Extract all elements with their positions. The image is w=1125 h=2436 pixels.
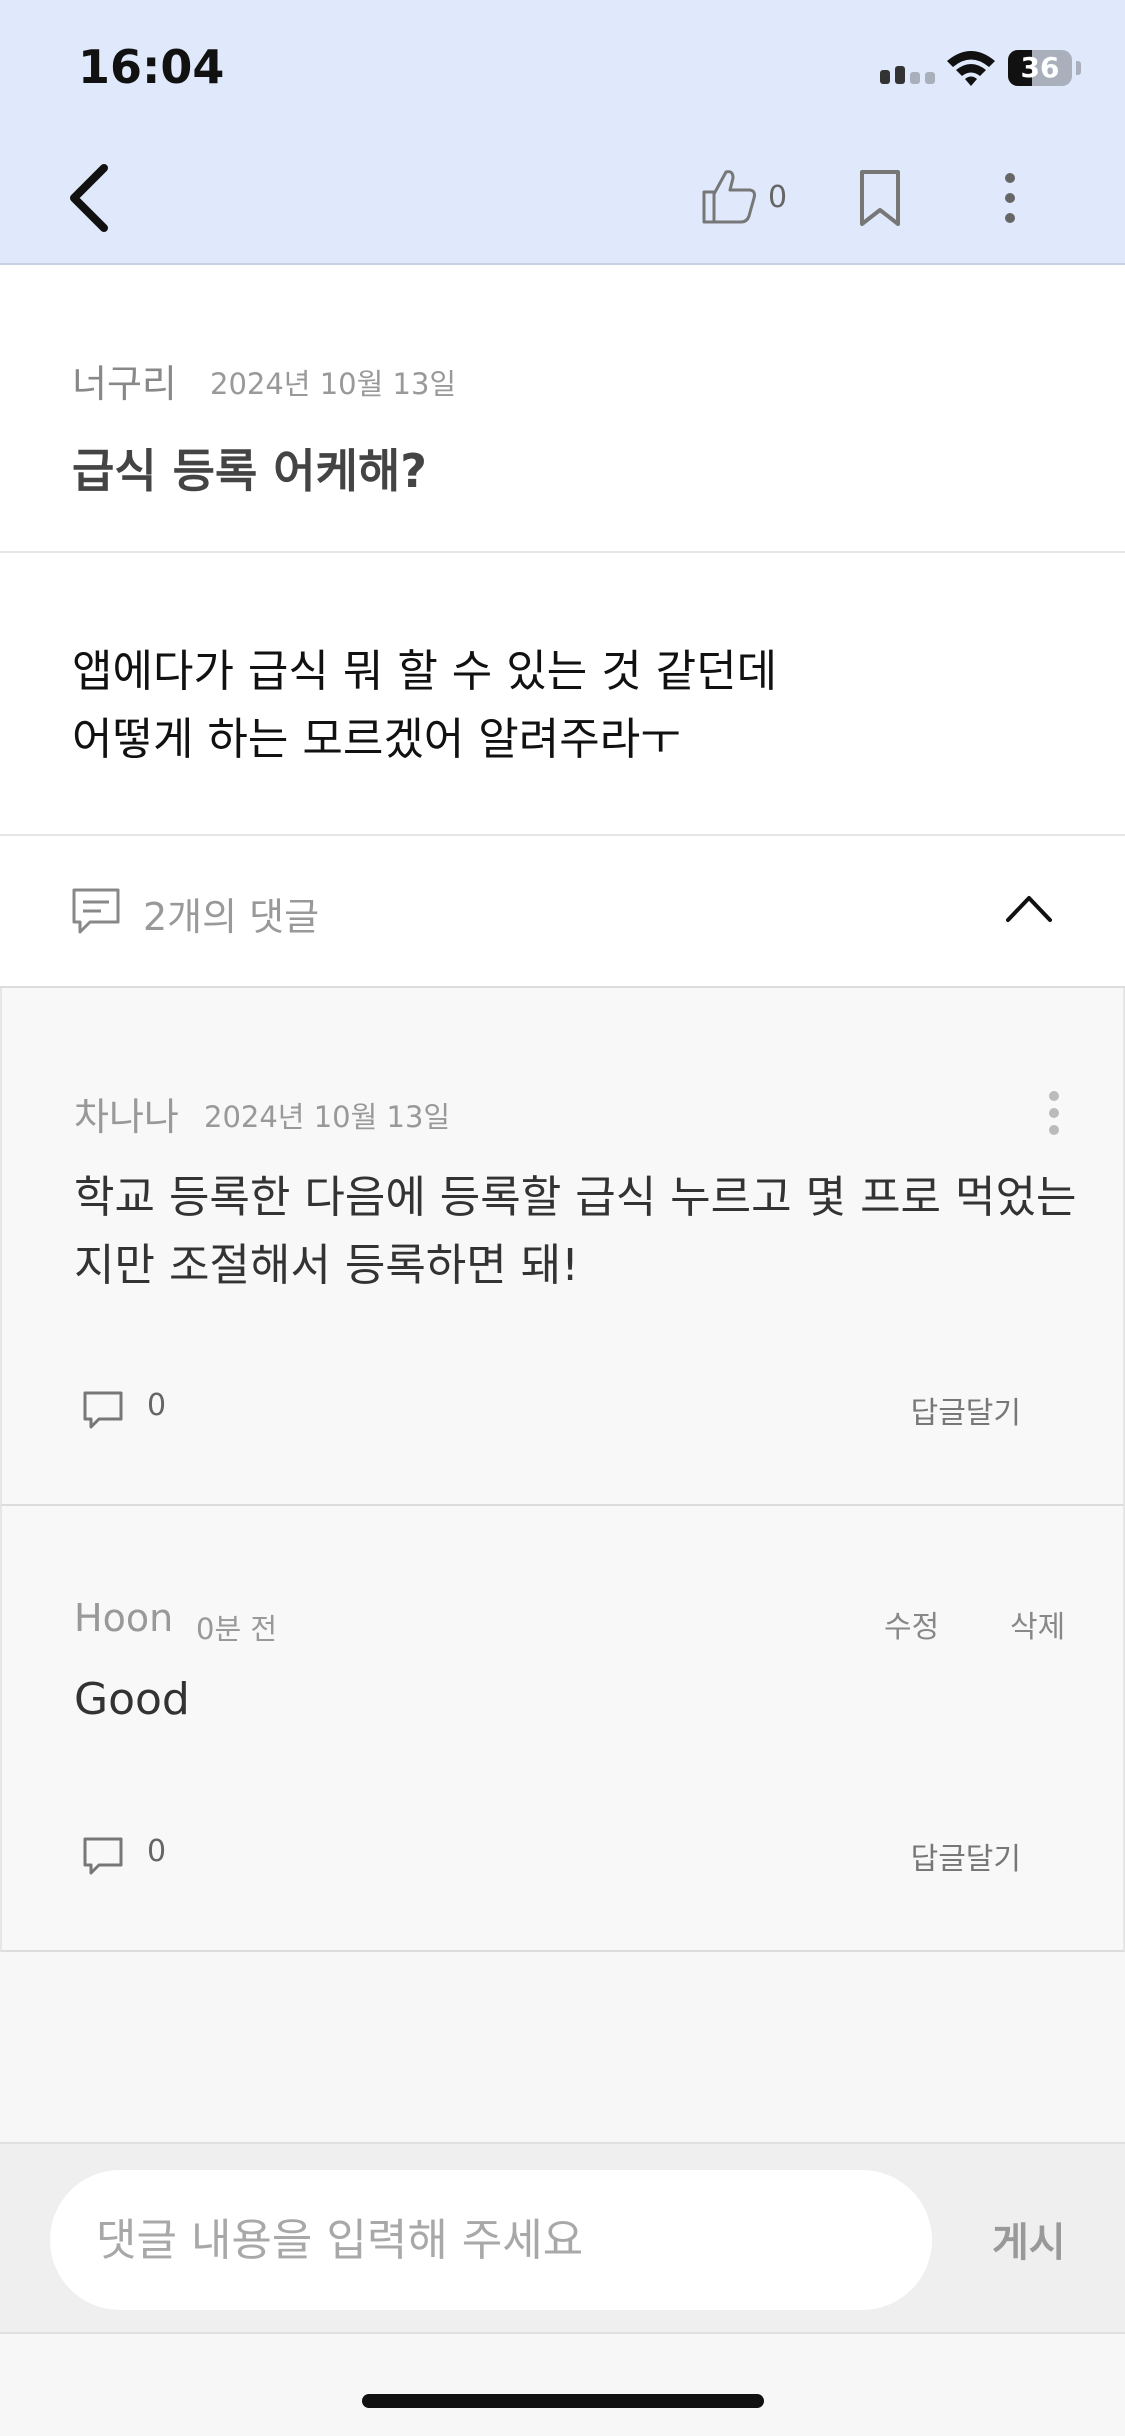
comment-input-bar: 게시 [0, 2142, 1125, 2334]
reply-button[interactable]: 답글달기 [911, 1834, 1021, 1878]
comment-text: 학교 등록한 다음에 등록할 급식 누르고 몇 프로 먹었는 [74, 1172, 1077, 1223]
comment-item: Hoon 0분 전 수정 삭제 Good 0 답글달기 [0, 1506, 1125, 1952]
post-body-line: 어떻게 하는 모르겠어 알려주라ㅜ [72, 714, 681, 765]
home-indicator [362, 2394, 764, 2408]
status-bar: 16:04 36 [0, 0, 1125, 130]
battery-level: 36 [1020, 51, 1060, 84]
reply-count: 0 [147, 1834, 167, 1869]
cellular-signal-icon [880, 60, 936, 84]
delete-button[interactable]: 삭제 [1010, 1602, 1065, 1646]
chevron-up-icon[interactable] [1004, 888, 1054, 928]
reply-bubble-icon [83, 1837, 123, 1875]
post-date: 2024년 10월 13일 [210, 367, 457, 401]
reply-count: 0 [147, 1388, 167, 1423]
like-button[interactable]: 0 [700, 166, 800, 230]
battery-icon: 36 [1008, 50, 1072, 86]
comment-date: 0분 전 [196, 1612, 278, 1646]
back-arrow-icon[interactable] [60, 160, 120, 236]
edit-button[interactable]: 수정 [884, 1602, 939, 1646]
comment-text: Good [74, 1674, 190, 1725]
comment-count-label: 2개의 댓글 [143, 895, 320, 939]
post-header: 너구리 2024년 10월 13일 급식 등록 어케해? [0, 265, 1125, 553]
post-title: 급식 등록 어케해? [72, 444, 427, 498]
comment-input[interactable] [50, 2170, 932, 2310]
top-nav-bar: 0 [0, 130, 1125, 265]
comment-date: 2024년 10월 13일 [204, 1100, 451, 1134]
bookmark-icon[interactable] [852, 166, 908, 230]
wifi-icon [947, 51, 995, 86]
reply-bubble-icon [83, 1391, 123, 1429]
post-body: 앱에다가 급식 뭐 할 수 있는 것 같던데 어떻게 하는 모르겠어 알려주라ㅜ [0, 553, 1125, 836]
post-comment-button[interactable]: 게시 [992, 2210, 1066, 2268]
comment-author[interactable]: 차나나 [74, 1086, 179, 1141]
more-options-icon[interactable] [990, 166, 1030, 230]
comment-author[interactable]: Hoon [74, 1596, 173, 1640]
comments-header[interactable]: 2개의 댓글 [0, 836, 1125, 988]
comment-icon [72, 888, 120, 934]
comment-item: 차나나 2024년 10월 13일 학교 등록한 다음에 등록할 급식 누르고 … [0, 988, 1125, 1506]
status-time: 16:04 [78, 40, 225, 94]
like-count: 0 [768, 180, 788, 215]
battery-cap [1076, 61, 1081, 75]
post-body-line: 앱에다가 급식 뭐 할 수 있는 것 같던데 [72, 646, 778, 697]
post-author[interactable]: 너구리 [72, 353, 177, 408]
reply-button[interactable]: 답글달기 [911, 1388, 1021, 1432]
comment-more-icon[interactable] [1044, 1088, 1064, 1138]
comment-text: 지만 조절해서 등록하면 돼! [74, 1240, 579, 1291]
thumbs-up-icon [702, 170, 756, 224]
